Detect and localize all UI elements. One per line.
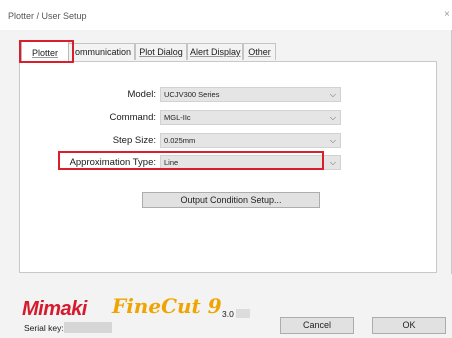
approximation-type-label: Approximation Type: — [69, 157, 156, 168]
output-condition-setup-button[interactable]: Output Condition Setup... — [142, 192, 320, 208]
mimaki-logo: Mimaki — [22, 298, 87, 320]
ok-button[interactable]: OK — [372, 317, 446, 334]
tab-other-label: Other — [248, 47, 271, 57]
approximation-type-value: Line — [164, 158, 179, 167]
version-redacted — [236, 309, 250, 318]
command-value: MGL-IIc — [164, 113, 191, 122]
chevron-down-icon: ⌵ — [329, 90, 336, 99]
chevron-down-icon: ⌵ — [329, 136, 336, 145]
tab-alert-display-label: Alert Display — [190, 47, 241, 57]
title-bar: Plotter / User Setup × — [0, 0, 452, 30]
cancel-button[interactable]: Cancel — [280, 317, 354, 334]
tab-other[interactable]: Other — [243, 43, 276, 60]
user-setup-dialog: Plotter / User Setup × Plotter ommunicat… — [0, 0, 452, 338]
command-select[interactable]: MGL-IIc ⌵ — [160, 110, 341, 125]
tab-plotter[interactable]: Plotter — [21, 41, 69, 62]
finecut-logo: FineCut 9 — [112, 294, 222, 318]
tab-panel-plotter: Model: UCJV300 Series ⌵ Command: MGL-IIc… — [19, 61, 437, 273]
tab-plot-dialog-label: Plot Dialog — [139, 47, 183, 57]
model-label: Model: — [127, 89, 156, 100]
close-icon[interactable]: × — [444, 9, 450, 20]
tab-communication-label: ommunication — [75, 47, 132, 57]
tab-plotter-label: Plotter — [31, 48, 58, 58]
tab-alert-display[interactable]: Alert Display — [187, 43, 243, 60]
tab-communication[interactable]: ommunication — [68, 43, 135, 60]
model-select[interactable]: UCJV300 Series ⌵ — [160, 87, 341, 102]
command-label: Command: — [109, 112, 156, 123]
window-title: Plotter / User Setup — [8, 11, 87, 21]
serial-key-redacted — [64, 322, 112, 333]
chevron-down-icon: ⌵ — [329, 113, 336, 122]
model-value: UCJV300 Series — [164, 90, 220, 99]
step-size-select[interactable]: 0.025mm ⌵ — [160, 133, 341, 148]
step-size-label: Step Size: — [112, 135, 156, 146]
step-size-value: 0.025mm — [164, 136, 196, 145]
tab-plot-dialog[interactable]: Plot Dialog — [135, 43, 187, 60]
chevron-down-icon: ⌵ — [329, 158, 336, 167]
version-text: 3.0 — [222, 309, 234, 319]
approximation-type-select[interactable]: Line ⌵ — [160, 155, 341, 170]
serial-key-label: Serial key: — [24, 323, 64, 333]
